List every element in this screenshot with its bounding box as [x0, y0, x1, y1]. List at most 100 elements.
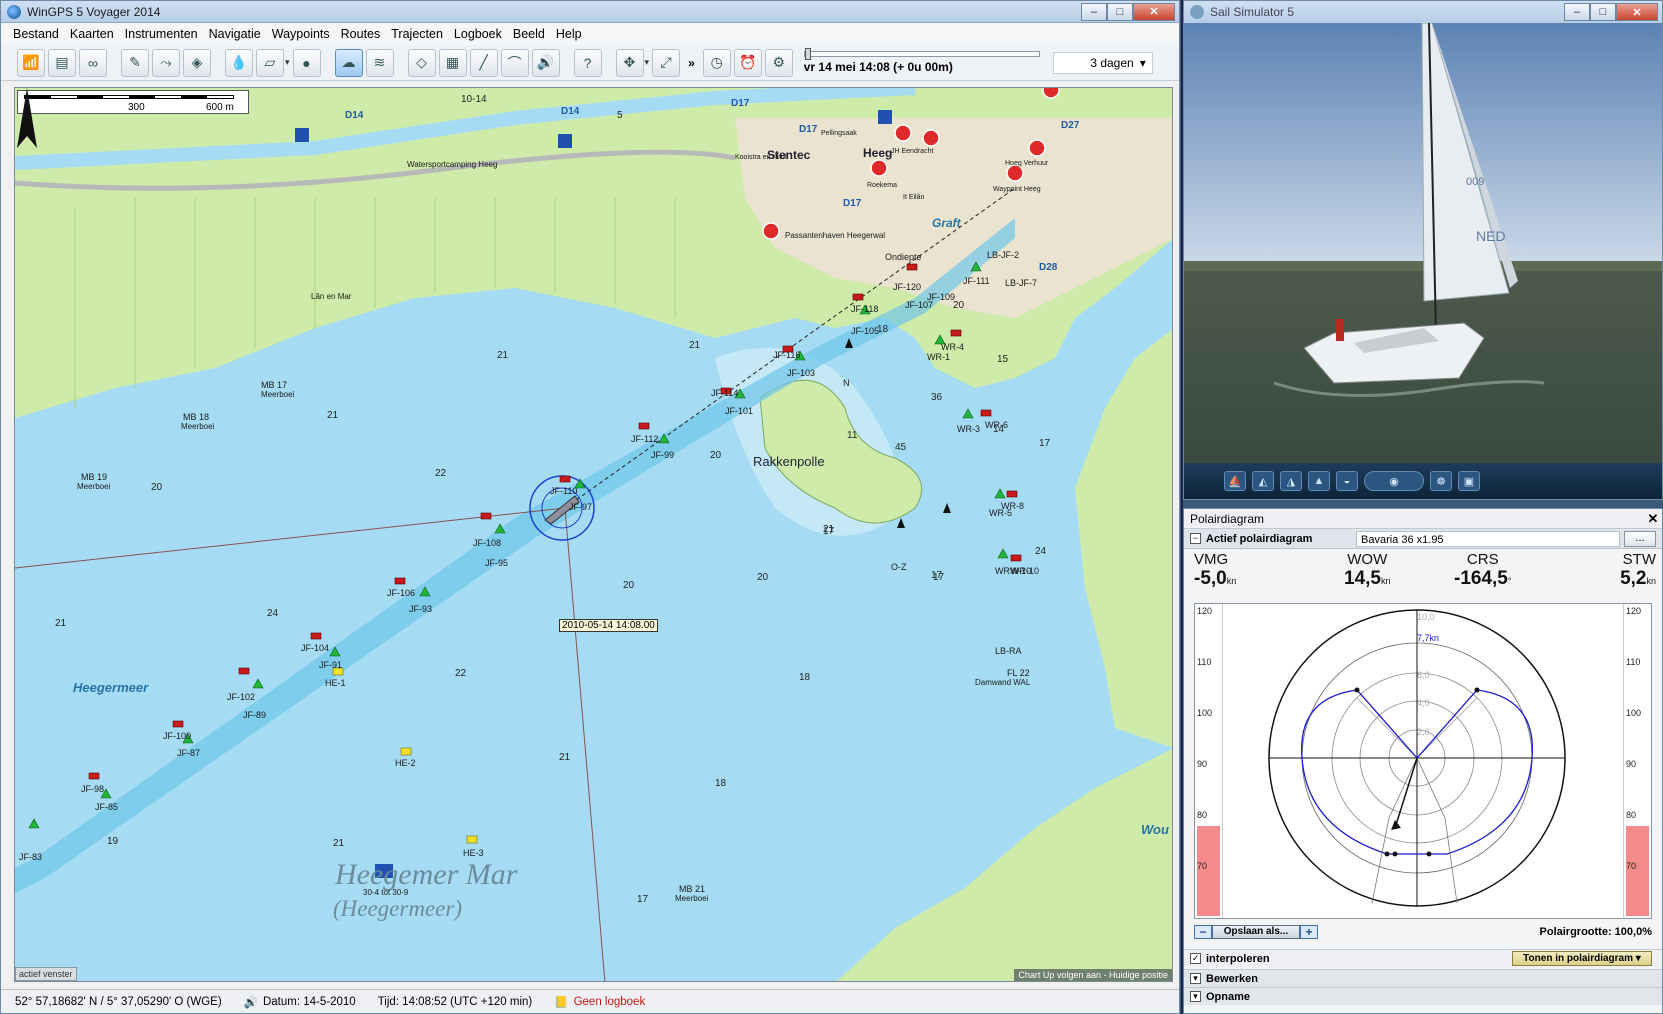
bridge-icon[interactable]: ⌒ [500, 48, 529, 77]
ais-icon[interactable]: ◇ [407, 48, 436, 77]
buoy-label: HE-3 [463, 848, 484, 858]
sim-close-button[interactable]: ✕ [1616, 3, 1658, 21]
depth-label: 17 [637, 894, 649, 905]
chart-map[interactable]: 0 300 600 m D14 D14 D17 D17 D17 D27 D28 … [14, 87, 1173, 982]
menu-kaarten[interactable]: Kaarten [70, 27, 114, 41]
menu-help[interactable]: Help [556, 27, 582, 41]
days-select[interactable]: 3 dagen ▾ [1052, 51, 1153, 74]
expand-icon[interactable]: ▾ [1190, 991, 1201, 1002]
close-button[interactable]: ✕ [1133, 2, 1175, 21]
depth-label: 21 [689, 340, 701, 351]
compass-icon[interactable]: ◉ [1364, 471, 1424, 491]
sound-icon[interactable]: 🔊 [531, 48, 560, 77]
alarm-icon[interactable]: ⏰ [733, 48, 762, 77]
sail-trim-icon[interactable]: ⛵ [1224, 471, 1246, 491]
droplet-icon[interactable]: 💧 [225, 48, 253, 77]
time-slider[interactable] [803, 48, 1040, 60]
maximize-button[interactable]: □ [1107, 2, 1133, 21]
sail-envelope [1371, 757, 1458, 904]
channel-id: D28 [1039, 262, 1058, 273]
weather-icon[interactable]: ☁ [334, 48, 363, 77]
time-slider-knob[interactable] [804, 48, 811, 60]
main-icon[interactable]: ◮ [1280, 471, 1302, 491]
depth-label: 17 [933, 572, 945, 583]
marina-label: JH Eendracht [891, 148, 934, 155]
layers-icon[interactable]: ▱ [256, 48, 284, 77]
sim-minimize-button[interactable]: – [1564, 3, 1590, 21]
globe-icon[interactable]: ● [292, 48, 321, 77]
expand-icon[interactable]: ▾ [1190, 973, 1201, 984]
close-icon[interactable]: ✕ [1644, 511, 1662, 527]
edit-section[interactable]: ▾ Bewerken [1184, 969, 1662, 987]
depth-label: 22 [435, 468, 447, 479]
depth-label: 21 [559, 752, 571, 763]
polar-title: Polairdiagram [1190, 511, 1265, 526]
readout-key: CRS [1466, 551, 1499, 568]
toolbar-more-icon[interactable]: » [688, 56, 695, 70]
polar-point [1474, 687, 1480, 693]
helm-icon[interactable]: ☸ [1430, 471, 1452, 491]
sailor [1336, 319, 1344, 341]
reef-icon[interactable]: ▲ [1308, 471, 1330, 491]
sound-icon[interactable]: 🔊 [244, 995, 258, 1009]
active-polar-label: Actief polairdiagram [1206, 532, 1313, 545]
readout-crs: CRS -164,5° [1425, 551, 1541, 601]
ruler-icon[interactable]: ╱ [469, 48, 498, 77]
record-section[interactable]: ▾ Opname [1184, 987, 1662, 1005]
track-icon[interactable]: ⤢ [652, 48, 681, 77]
depth-label: 20 [757, 572, 769, 583]
collapse-icon[interactable]: − [1190, 533, 1201, 544]
sail-simulator-window: Sail Simulator 5 – □ ✕ 009 NED ⛵ ◭ ◮ ▲ ◒… [1183, 0, 1663, 500]
gps-icon[interactable]: 📶 [17, 48, 45, 77]
spinnaker-icon[interactable]: ◒ [1336, 471, 1358, 491]
sim-maximize-button[interactable]: □ [1590, 3, 1616, 21]
menu-beeld[interactable]: Beeld [513, 27, 545, 41]
buoy-label: JF-112 [631, 434, 659, 444]
move-icon[interactable]: ✥ [615, 48, 644, 77]
menu-logboek[interactable]: Logboek [454, 27, 502, 41]
gauge-tick: 90 [1626, 759, 1637, 769]
pencil-icon[interactable]: ✎ [121, 48, 149, 77]
tide-icon[interactable]: ≋ [365, 48, 394, 77]
show-in-polar-button[interactable]: Tonen in polairdiagram ▾ [1512, 951, 1652, 966]
buoy-label: JF-103 [787, 368, 816, 378]
menu-waypoints[interactable]: Waypoints [272, 27, 330, 41]
logbook-status[interactable]: Geen logboek [574, 996, 646, 1008]
move-dropdown-icon[interactable]: ▾ [645, 57, 650, 68]
menu-navigatie[interactable]: Navigatie [209, 27, 261, 41]
gauge-fill [1626, 826, 1649, 916]
buoy-label: N [843, 378, 850, 388]
depth-label: 18 [877, 324, 889, 335]
wheel-icon[interactable]: ⚙ [764, 48, 793, 77]
scale-label-600: 600 m [206, 102, 234, 113]
menu-trajecten[interactable]: Trajecten [391, 27, 443, 41]
add-icon[interactable]: + [1300, 925, 1318, 939]
wingps-window: WinGPS 5 Voyager 2014 – □ ✕ Bestand Kaar… [0, 0, 1180, 1014]
route-icon[interactable]: ⤳ [152, 48, 180, 77]
jib-icon[interactable]: ◭ [1252, 471, 1274, 491]
camera-icon[interactable]: ▣ [1458, 471, 1480, 491]
save-as-button[interactable]: Opslaan als... [1212, 925, 1300, 939]
timer-icon[interactable]: ◷ [702, 48, 731, 77]
menu-routes[interactable]: Routes [341, 27, 381, 41]
binoculars-icon[interactable]: ∞ [79, 48, 107, 77]
browse-button[interactable]: ... [1624, 530, 1656, 547]
waypoint-icon[interactable]: ◈ [183, 48, 211, 77]
menu-instrumenten[interactable]: Instrumenten [125, 27, 198, 41]
time-readout: Tijd: 14:08:52 (UTC +120 min) [377, 995, 533, 1008]
boat-field[interactable]: Bavaria 36 x1.95 [1356, 530, 1620, 547]
instruments-icon[interactable]: ▤ [48, 48, 76, 77]
depth-label: 36 [931, 392, 943, 403]
help-icon[interactable]: ? [573, 48, 602, 77]
minimize-button[interactable]: – [1081, 2, 1107, 21]
logbook-icon[interactable]: 📒 [554, 995, 568, 1009]
meerboei-label: Meerboei [77, 482, 111, 491]
remove-icon[interactable]: − [1194, 925, 1212, 939]
menu-bestand[interactable]: Bestand [13, 27, 59, 41]
sail-number: 009 [1466, 176, 1484, 188]
interpolate-checkbox[interactable]: ✓ [1190, 953, 1201, 964]
chart-icon[interactable]: ▦ [438, 48, 467, 77]
layers-dropdown-icon[interactable]: ▾ [285, 57, 290, 68]
sim-3d-view[interactable]: 009 NED [1184, 23, 1662, 463]
buoy-label: HE-2 [395, 758, 416, 768]
